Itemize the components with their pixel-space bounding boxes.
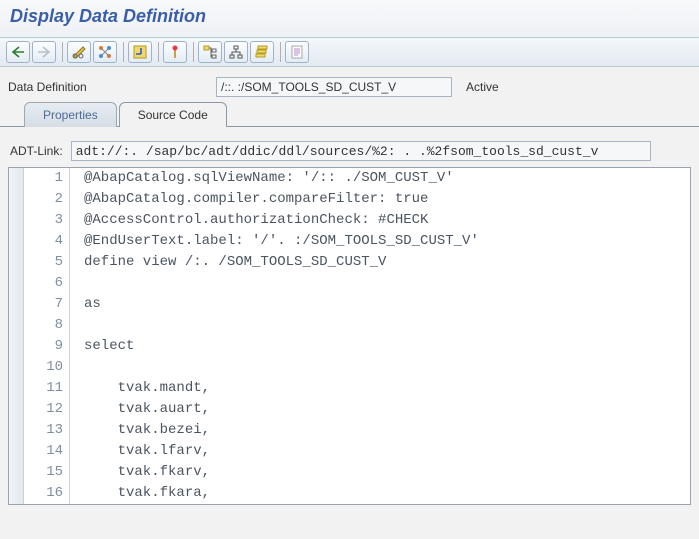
arrow-right-icon [37, 46, 51, 58]
code-line [84, 357, 690, 378]
code-line: @AbapCatalog.compiler.compareFilter: tru… [84, 189, 690, 210]
line-number: 1 [24, 168, 63, 189]
tab-source-code[interactable]: Source Code [119, 102, 227, 127]
separator [123, 42, 124, 62]
code-line: tvak.auart, [84, 399, 690, 420]
data-definition-label: Data Definition [8, 80, 208, 94]
pencil-eyeglasses-icon [72, 45, 86, 59]
line-number: 16 [24, 483, 63, 504]
code-area[interactable]: @AbapCatalog.sqlViewName: '/:: ./SOM_CUS… [70, 168, 690, 504]
where-used-button[interactable] [198, 41, 222, 63]
code-line: @AccessControl.authorizationCheck: #CHEC… [84, 210, 690, 231]
documentation-button[interactable] [285, 41, 309, 63]
code-line: @EndUserText.label: '/'. :/SOM_TOOLS_SD_… [84, 231, 690, 252]
tree-branch-icon [203, 45, 217, 59]
code-line: tvak.bezei, [84, 420, 690, 441]
matchstick-icon [169, 45, 181, 59]
line-number: 13 [24, 420, 63, 441]
code-line [84, 315, 690, 336]
line-number: 6 [24, 273, 63, 294]
line-number: 7 [24, 294, 63, 315]
header-row: Data Definition /::. :/SOM_TOOLS_SD_CUST… [0, 67, 699, 101]
data-definition-name-field: /::. :/SOM_TOOLS_SD_CUST_V [216, 77, 452, 97]
line-number: 2 [24, 189, 63, 210]
code-line: as [84, 294, 690, 315]
separator [280, 42, 281, 62]
arrow-left-icon [11, 46, 25, 58]
other-object-button[interactable] [93, 41, 117, 63]
window-title: Display Data Definition [0, 0, 699, 37]
code-line: @AbapCatalog.sqlViewName: '/:: ./SOM_CUS… [84, 168, 690, 189]
adt-link-field[interactable]: adt://:. /sap/bc/adt/ddic/ddl/sources/%2… [71, 141, 651, 161]
check-box-icon [133, 45, 147, 59]
adt-link-label: ADT-Link: [10, 144, 63, 158]
toolbar [0, 37, 699, 67]
line-number: 8 [24, 315, 63, 336]
code-line: tvak.lfarv, [84, 441, 690, 462]
forward-button[interactable] [32, 41, 56, 63]
line-number: 11 [24, 378, 63, 399]
tabstrip: Properties Source Code [0, 101, 699, 126]
hierarchy-icon [229, 45, 243, 59]
tab-properties[interactable]: Properties [24, 102, 117, 127]
code-line: select [84, 336, 690, 357]
back-button[interactable] [6, 41, 30, 63]
line-number: 12 [24, 399, 63, 420]
code-line: tvak.fkarv, [84, 462, 690, 483]
code-editor[interactable]: 12345678910111213141516 @AbapCatalog.sql… [8, 167, 691, 505]
code-line: tvak.fkara, [84, 483, 690, 504]
status-text: Active [460, 80, 499, 94]
activate-button[interactable] [163, 41, 187, 63]
separator [193, 42, 194, 62]
nodes-icon [98, 45, 112, 59]
document-icon [290, 45, 304, 59]
code-line: define view /:. /SOM_TOOLS_SD_CUST_V [84, 252, 690, 273]
code-line [84, 273, 690, 294]
separator [62, 42, 63, 62]
editor-margin [9, 168, 24, 504]
stacked-boxes-icon [255, 45, 269, 59]
adt-link-row: ADT-Link: adt://:. /sap/bc/adt/ddic/ddl/… [6, 141, 693, 161]
line-number: 5 [24, 252, 63, 273]
line-number: 3 [24, 210, 63, 231]
object-directory-button[interactable] [250, 41, 274, 63]
source-code-panel: ADT-Link: adt://:. /sap/bc/adt/ddic/ddl/… [0, 126, 699, 511]
line-number: 14 [24, 441, 63, 462]
check-button[interactable] [128, 41, 152, 63]
line-number: 9 [24, 336, 63, 357]
line-number-gutter: 12345678910111213141516 [24, 168, 70, 504]
separator [158, 42, 159, 62]
line-number: 10 [24, 357, 63, 378]
hierarchy-button[interactable] [224, 41, 248, 63]
line-number: 4 [24, 231, 63, 252]
code-line: tvak.mandt, [84, 378, 690, 399]
line-number: 15 [24, 462, 63, 483]
toggle-edit-button[interactable] [67, 41, 91, 63]
